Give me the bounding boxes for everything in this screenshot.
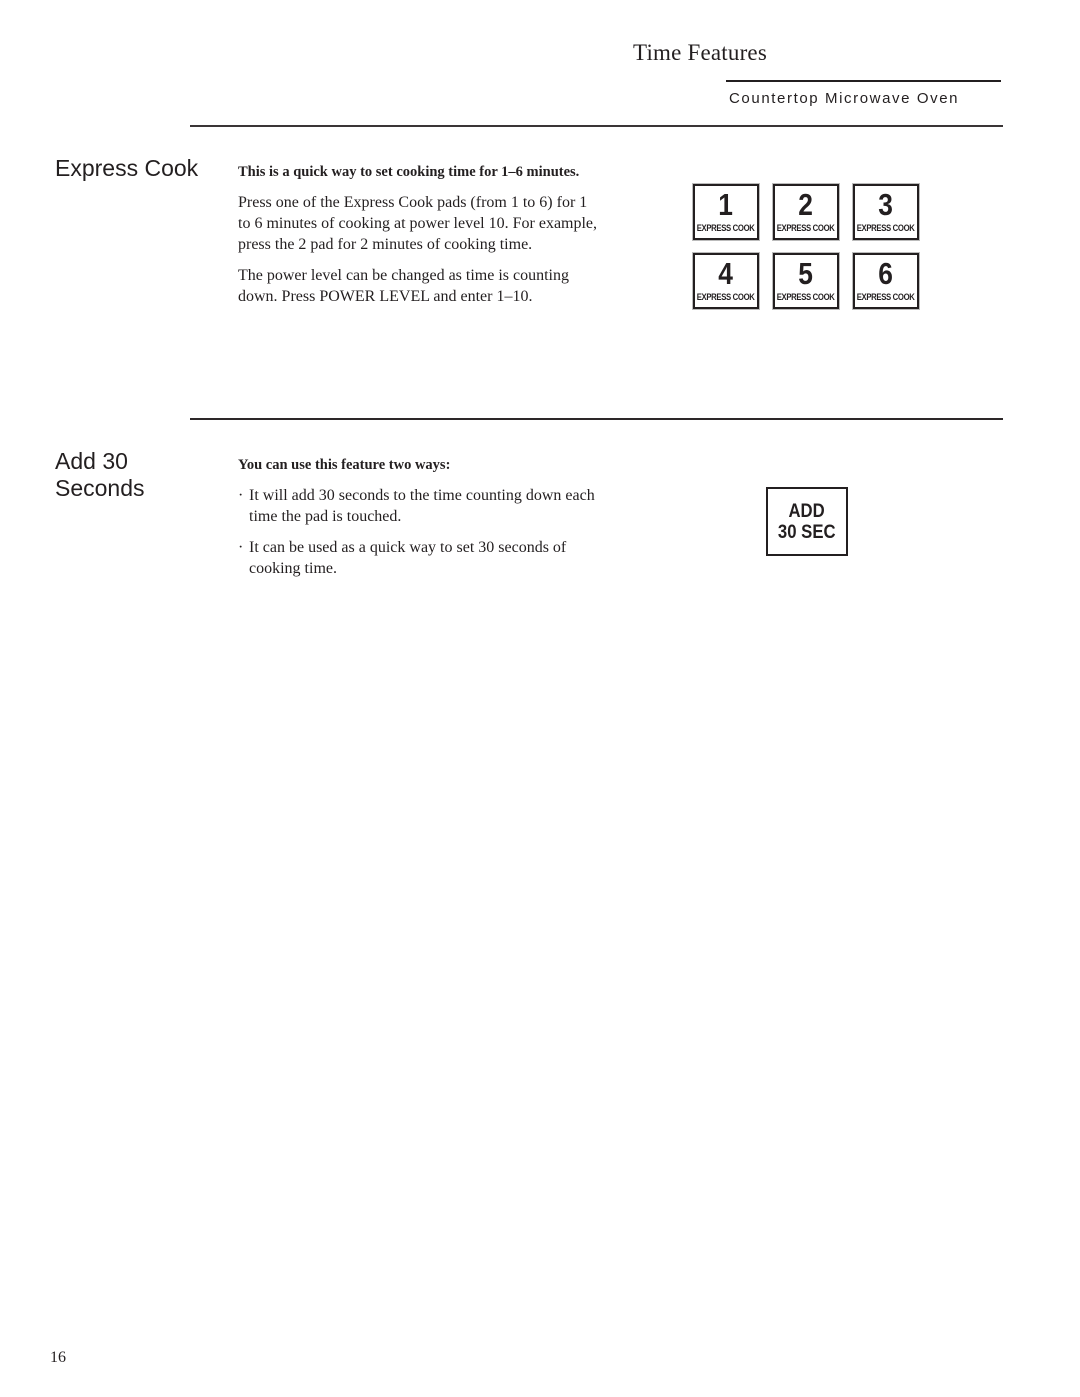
pad-number: 6	[878, 256, 894, 291]
header-divider-top	[726, 80, 1001, 82]
pad-number: 4	[718, 256, 734, 291]
express-cook-paragraph: Press one of the Express Cook pads (from…	[238, 194, 598, 253]
express-cook-pad-grid: 1 EXPRESS COOK 2 EXPRESS COOK 3 EXPRESS …	[692, 183, 920, 310]
add-30-sec-pad[interactable]: ADD 30 SEC	[766, 487, 848, 556]
pad-label: EXPRESS COOK	[697, 223, 755, 233]
express-cook-pad-4[interactable]: 4 EXPRESS COOK	[692, 252, 760, 310]
heading-line: Add 30	[55, 448, 128, 474]
pad-number: 5	[798, 256, 814, 291]
section-divider	[190, 418, 1003, 420]
express-cook-pad-2[interactable]: 2 EXPRESS COOK	[772, 183, 840, 241]
bullet-dot: ·	[238, 539, 244, 556]
pad-number: 3	[878, 187, 894, 222]
bullet-dot: ·	[238, 487, 244, 504]
pad-label: EXPRESS COOK	[857, 292, 915, 302]
heading-line: Seconds	[55, 475, 145, 501]
express-cook-pad-1[interactable]: 1 EXPRESS COOK	[692, 183, 760, 241]
pad-label: EXPRESS COOK	[857, 223, 915, 233]
add-30-seconds-heading: Add 30 Seconds	[55, 448, 185, 502]
express-cook-body: This is a quick way to set cooking time …	[238, 162, 603, 317]
header-divider-bottom	[190, 125, 1003, 127]
pad-label: EXPRESS COOK	[777, 292, 835, 302]
bullet-item: · It will add 30 seconds to the time cou…	[238, 485, 603, 527]
pad-number: 2	[798, 187, 814, 222]
pad-label-line: 30 SEC	[778, 521, 836, 543]
pad-label: EXPRESS COOK	[777, 223, 835, 233]
add-30-seconds-body: You can use this feature two ways: · It …	[238, 455, 603, 589]
pad-number: 1	[718, 187, 734, 222]
page-header-title: Time Features	[633, 40, 767, 65]
express-cook-paragraph: The power level can be changed as time i…	[238, 267, 569, 305]
express-cook-lead: This is a quick way to set cooking time …	[238, 164, 580, 180]
bullet-text: It will add 30 seconds to the time count…	[249, 487, 595, 525]
page-header-subtitle: Countertop Microwave Oven	[729, 90, 960, 107]
express-cook-pad-5[interactable]: 5 EXPRESS COOK	[772, 252, 840, 310]
bullet-text: It can be used as a quick way to set 30 …	[249, 539, 567, 577]
express-cook-heading: Express Cook	[55, 155, 199, 181]
pad-label-line: ADD	[788, 500, 826, 522]
bullet-item: · It can be used as a quick way to set 3…	[238, 537, 603, 579]
add-30-seconds-lead: You can use this feature two ways:	[238, 457, 451, 473]
pad-label: EXPRESS COOK	[697, 292, 755, 302]
express-cook-pad-3[interactable]: 3 EXPRESS COOK	[852, 183, 920, 241]
page-number: 16	[50, 1349, 66, 1366]
express-cook-pad-6[interactable]: 6 EXPRESS COOK	[852, 252, 920, 310]
